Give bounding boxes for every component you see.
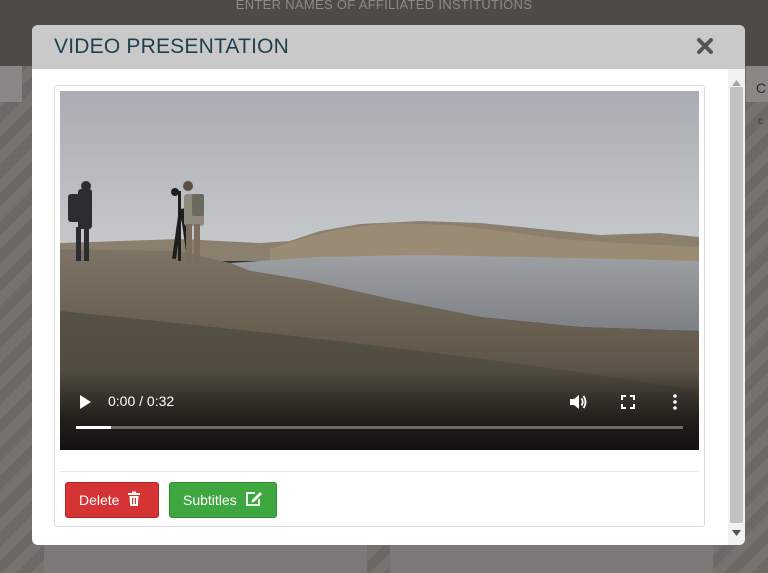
modal-body: 0:00 / 0:32 Delete Subtitles (32, 69, 745, 545)
close-icon[interactable] (695, 36, 715, 56)
subtitles-button[interactable]: Subtitles (169, 482, 277, 518)
scrollbar-thumb[interactable] (730, 87, 743, 523)
time-display: 0:00 / 0:32 (108, 393, 175, 409)
video-player[interactable]: 0:00 / 0:32 (60, 91, 699, 450)
delete-button[interactable]: Delete (65, 482, 159, 518)
background-header-text: ENTER NAMES OF AFFILIATED INSTITUTIONS (235, 0, 533, 12)
trash-icon (127, 491, 141, 510)
modal-scrollbar[interactable] (728, 69, 745, 545)
scroll-down-icon[interactable] (732, 523, 741, 541)
video-controls: 0:00 / 0:32 (60, 370, 699, 450)
more-options-icon[interactable] (669, 392, 681, 412)
subtitles-button-label: Subtitles (183, 492, 237, 508)
background-card (390, 545, 713, 573)
background-right-sub: c (758, 116, 763, 127)
volume-icon[interactable] (568, 392, 588, 412)
video-presentation-modal: VIDEO PRESENTATION 0:00 / 0:32 Delete Su… (32, 25, 745, 545)
fullscreen-icon[interactable] (620, 394, 636, 410)
video-panel: 0:00 / 0:32 Delete Subtitles (54, 85, 705, 527)
video-progress-bar[interactable] (76, 426, 683, 429)
modal-title: VIDEO PRESENTATION (54, 35, 290, 58)
play-icon[interactable] (78, 394, 92, 410)
modal-header: VIDEO PRESENTATION (32, 25, 745, 69)
panel-divider (60, 471, 699, 472)
video-progress-fill (76, 426, 112, 429)
background-right-label: C (756, 80, 767, 96)
edit-icon (245, 491, 263, 510)
background-card (44, 545, 367, 573)
delete-button-label: Delete (79, 492, 120, 508)
background-band (0, 66, 22, 102)
